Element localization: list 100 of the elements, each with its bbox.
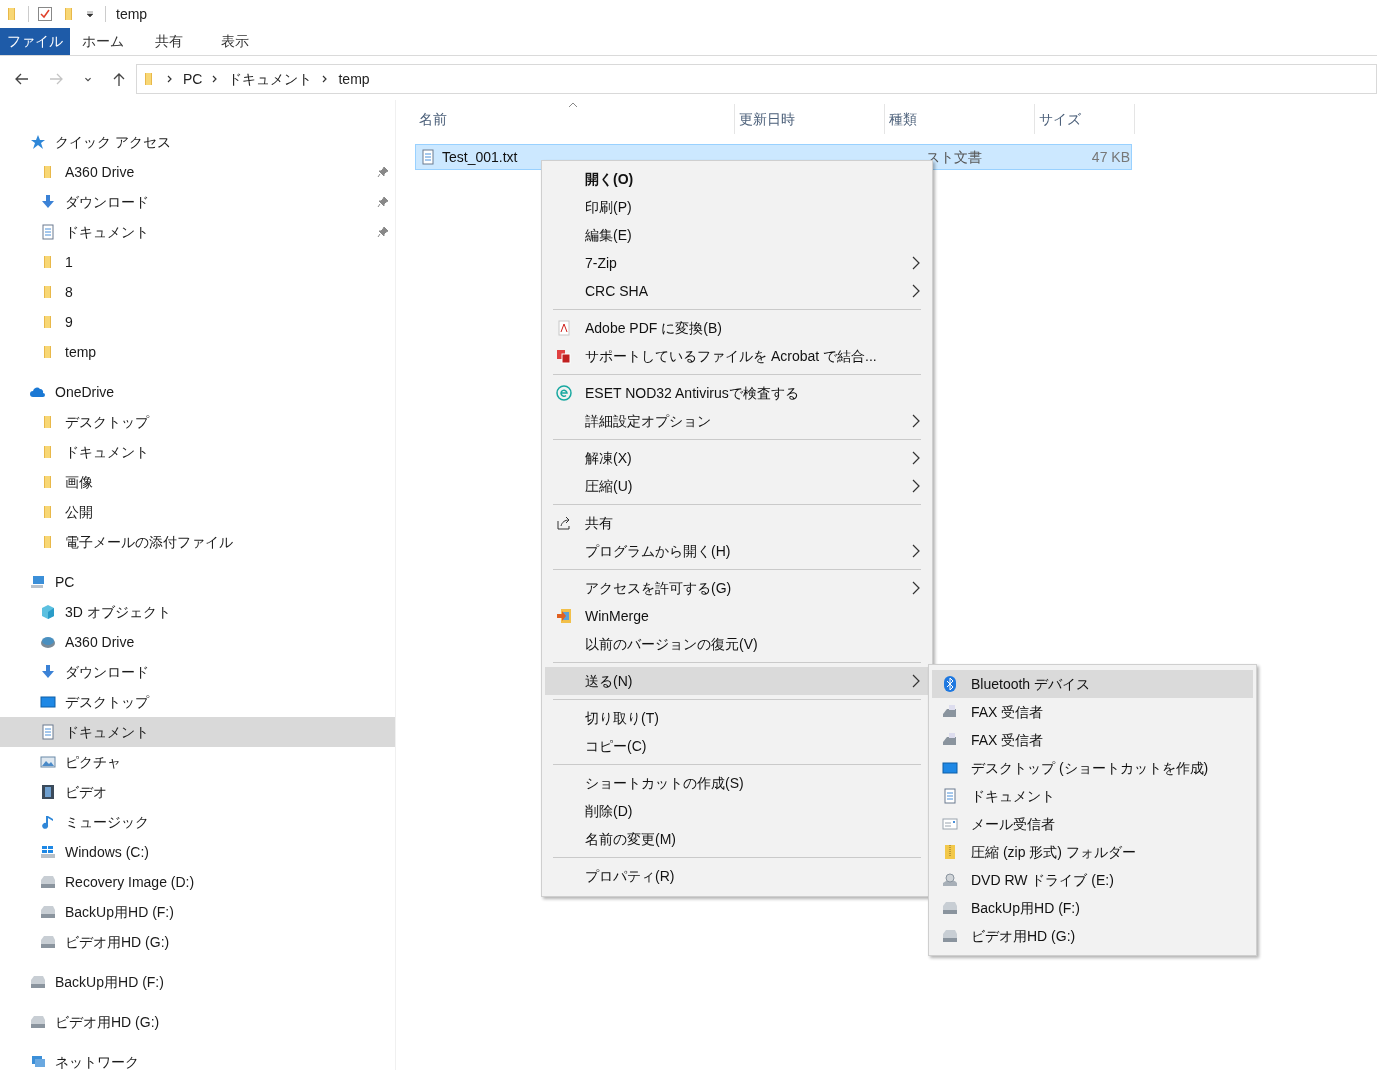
breadcrumb[interactable]: ドキュメント bbox=[228, 68, 313, 90]
pin-icon[interactable] bbox=[377, 226, 389, 238]
menu-item-label: コピー(C) bbox=[585, 736, 647, 756]
tree-item[interactable]: A360 Drive bbox=[0, 157, 395, 187]
dropdown-icon[interactable] bbox=[85, 9, 95, 19]
monitor-icon bbox=[942, 760, 958, 776]
tree-item[interactable]: ビデオ bbox=[0, 777, 395, 807]
tree-item-label: PC bbox=[55, 572, 75, 592]
menu-item[interactable]: プロパティ(R) bbox=[545, 862, 929, 890]
menu-item-label: サポートしているファイルを Acrobat で結合... bbox=[585, 346, 877, 366]
picture-icon bbox=[40, 754, 56, 770]
menu-item[interactable]: BackUp用HD (F:) bbox=[932, 894, 1253, 922]
menu-item[interactable]: デスクトップ (ショートカットを作成) bbox=[932, 754, 1253, 782]
menu-item[interactable]: CRC SHA bbox=[545, 277, 929, 305]
ribbon-tab[interactable]: 表示 bbox=[202, 28, 268, 55]
menu-item[interactable]: DVD RW ドライブ (E:) bbox=[932, 866, 1253, 894]
ribbon-tab[interactable]: 共有 bbox=[136, 28, 202, 55]
tree-item[interactable]: BackUp用HD (F:) bbox=[0, 967, 395, 997]
tree-item[interactable]: BackUp用HD (F:) bbox=[0, 897, 395, 927]
tree-item[interactable]: Recovery Image (D:) bbox=[0, 867, 395, 897]
tree-item[interactable]: 8 bbox=[0, 277, 395, 307]
menu-item[interactable]: Adobe PDF に変換(B) bbox=[545, 314, 929, 342]
menu-item[interactable]: 共有 bbox=[545, 509, 929, 537]
tree-item[interactable]: ドキュメント bbox=[0, 717, 395, 747]
checkmark-icon[interactable] bbox=[37, 6, 53, 22]
breadcrumb[interactable]: temp bbox=[338, 68, 370, 90]
menu-item[interactable]: サポートしているファイルを Acrobat で結合... bbox=[545, 342, 929, 370]
tree-item[interactable]: ピクチャ bbox=[0, 747, 395, 777]
tree-item[interactable]: PC bbox=[0, 567, 395, 597]
tree-item[interactable]: ダウンロード bbox=[0, 187, 395, 217]
tree-item[interactable]: ダウンロード bbox=[0, 657, 395, 687]
menu-item[interactable]: プログラムから開く(H) bbox=[545, 537, 929, 565]
tree-item[interactable]: クイック アクセス bbox=[0, 127, 395, 157]
menu-item-label: 削除(D) bbox=[585, 801, 633, 821]
menu-item[interactable]: 詳細設定オプション bbox=[545, 407, 929, 435]
tree-item[interactable]: ネットワーク bbox=[0, 1047, 395, 1070]
menu-item[interactable]: 削除(D) bbox=[545, 797, 929, 825]
menu-item[interactable]: 編集(E) bbox=[545, 221, 929, 249]
tree-item[interactable]: temp bbox=[0, 337, 395, 367]
pin-icon[interactable] bbox=[377, 166, 389, 178]
tree-item[interactable]: ビデオ用HD (G:) bbox=[0, 927, 395, 957]
tree-item[interactable]: 電子メールの添付ファイル bbox=[0, 527, 395, 557]
menu-item[interactable]: Bluetooth デバイス bbox=[932, 670, 1253, 698]
menu-item-label: 印刷(P) bbox=[585, 197, 632, 217]
tree-item[interactable]: Windows (C:) bbox=[0, 837, 395, 867]
menu-item[interactable]: ESET NOD32 Antivirusで検査する bbox=[545, 379, 929, 407]
ribbon-tab[interactable]: ホーム bbox=[70, 28, 136, 55]
tree-item-label: ダウンロード bbox=[65, 662, 149, 682]
menu-item[interactable]: コピー(C) bbox=[545, 732, 929, 760]
drive-icon bbox=[40, 934, 56, 950]
download-arrow-icon bbox=[40, 194, 56, 210]
menu-item-label: 送る(N) bbox=[585, 671, 633, 691]
menu-item[interactable]: WinMerge bbox=[545, 602, 929, 630]
menu-item[interactable]: 圧縮(U) bbox=[545, 472, 929, 500]
document-icon bbox=[40, 224, 56, 240]
tree-item[interactable]: ドキュメント bbox=[0, 437, 395, 467]
back-button[interactable] bbox=[14, 71, 30, 87]
tree-item[interactable]: デスクトップ bbox=[0, 687, 395, 717]
address-bar[interactable]: PC ドキュメント temp bbox=[136, 64, 1377, 94]
windows-drive-icon bbox=[40, 844, 56, 860]
tree-item[interactable]: 9 bbox=[0, 307, 395, 337]
tree-item[interactable]: A360 Drive bbox=[0, 627, 395, 657]
tree-item[interactable]: 1 bbox=[0, 247, 395, 277]
pin-icon[interactable] bbox=[377, 196, 389, 208]
tree-item-label: A360 Drive bbox=[65, 162, 135, 182]
tree-item[interactable]: 3D オブジェクト bbox=[0, 597, 395, 627]
menu-item[interactable]: 以前のバージョンの復元(V) bbox=[545, 630, 929, 658]
column-header[interactable]: サイズ bbox=[1035, 104, 1135, 134]
tree-item[interactable]: ドキュメント bbox=[0, 217, 395, 247]
dvd-drive-icon bbox=[942, 872, 958, 888]
menu-item[interactable]: ドキュメント bbox=[932, 782, 1253, 810]
column-header[interactable]: 名前 bbox=[415, 104, 735, 134]
bluetooth-icon bbox=[942, 676, 958, 692]
menu-item[interactable]: 解凍(X) bbox=[545, 444, 929, 472]
menu-item[interactable]: 圧縮 (zip 形式) フォルダー bbox=[932, 838, 1253, 866]
menu-item[interactable]: 7-Zip bbox=[545, 249, 929, 277]
menu-item[interactable]: 印刷(P) bbox=[545, 193, 929, 221]
column-header[interactable]: 種類 bbox=[885, 104, 1035, 134]
tree-item[interactable]: ミュージック bbox=[0, 807, 395, 837]
tree-item[interactable]: ビデオ用HD (G:) bbox=[0, 1007, 395, 1037]
breadcrumb[interactable]: PC bbox=[183, 68, 203, 90]
menu-item[interactable]: ビデオ用HD (G:) bbox=[932, 922, 1253, 950]
menu-item-label: 共有 bbox=[585, 513, 613, 533]
menu-item[interactable]: FAX 受信者 bbox=[932, 726, 1253, 754]
menu-item[interactable]: メール受信者 bbox=[932, 810, 1253, 838]
menu-item[interactable]: 切り取り(T) bbox=[545, 704, 929, 732]
cube-icon bbox=[40, 604, 56, 620]
tree-item[interactable]: 画像 bbox=[0, 467, 395, 497]
file-name: Test_001.txt bbox=[442, 147, 518, 167]
menu-item[interactable]: アクセスを許可する(G) bbox=[545, 574, 929, 602]
menu-item[interactable]: 名前の変更(M) bbox=[545, 825, 929, 853]
tree-item[interactable]: デスクトップ bbox=[0, 407, 395, 437]
menu-item[interactable]: 送る(N) bbox=[545, 667, 929, 695]
menu-item[interactable]: ショートカットの作成(S) bbox=[545, 769, 929, 797]
column-header[interactable]: 更新日時 bbox=[735, 104, 885, 134]
ribbon-tab[interactable]: ファイル bbox=[0, 28, 70, 55]
tree-item[interactable]: 公開 bbox=[0, 497, 395, 527]
tree-item-label: ダウンロード bbox=[65, 192, 149, 212]
menu-item[interactable]: FAX 受信者 bbox=[932, 698, 1253, 726]
tree-item[interactable]: OneDrive bbox=[0, 377, 395, 407]
